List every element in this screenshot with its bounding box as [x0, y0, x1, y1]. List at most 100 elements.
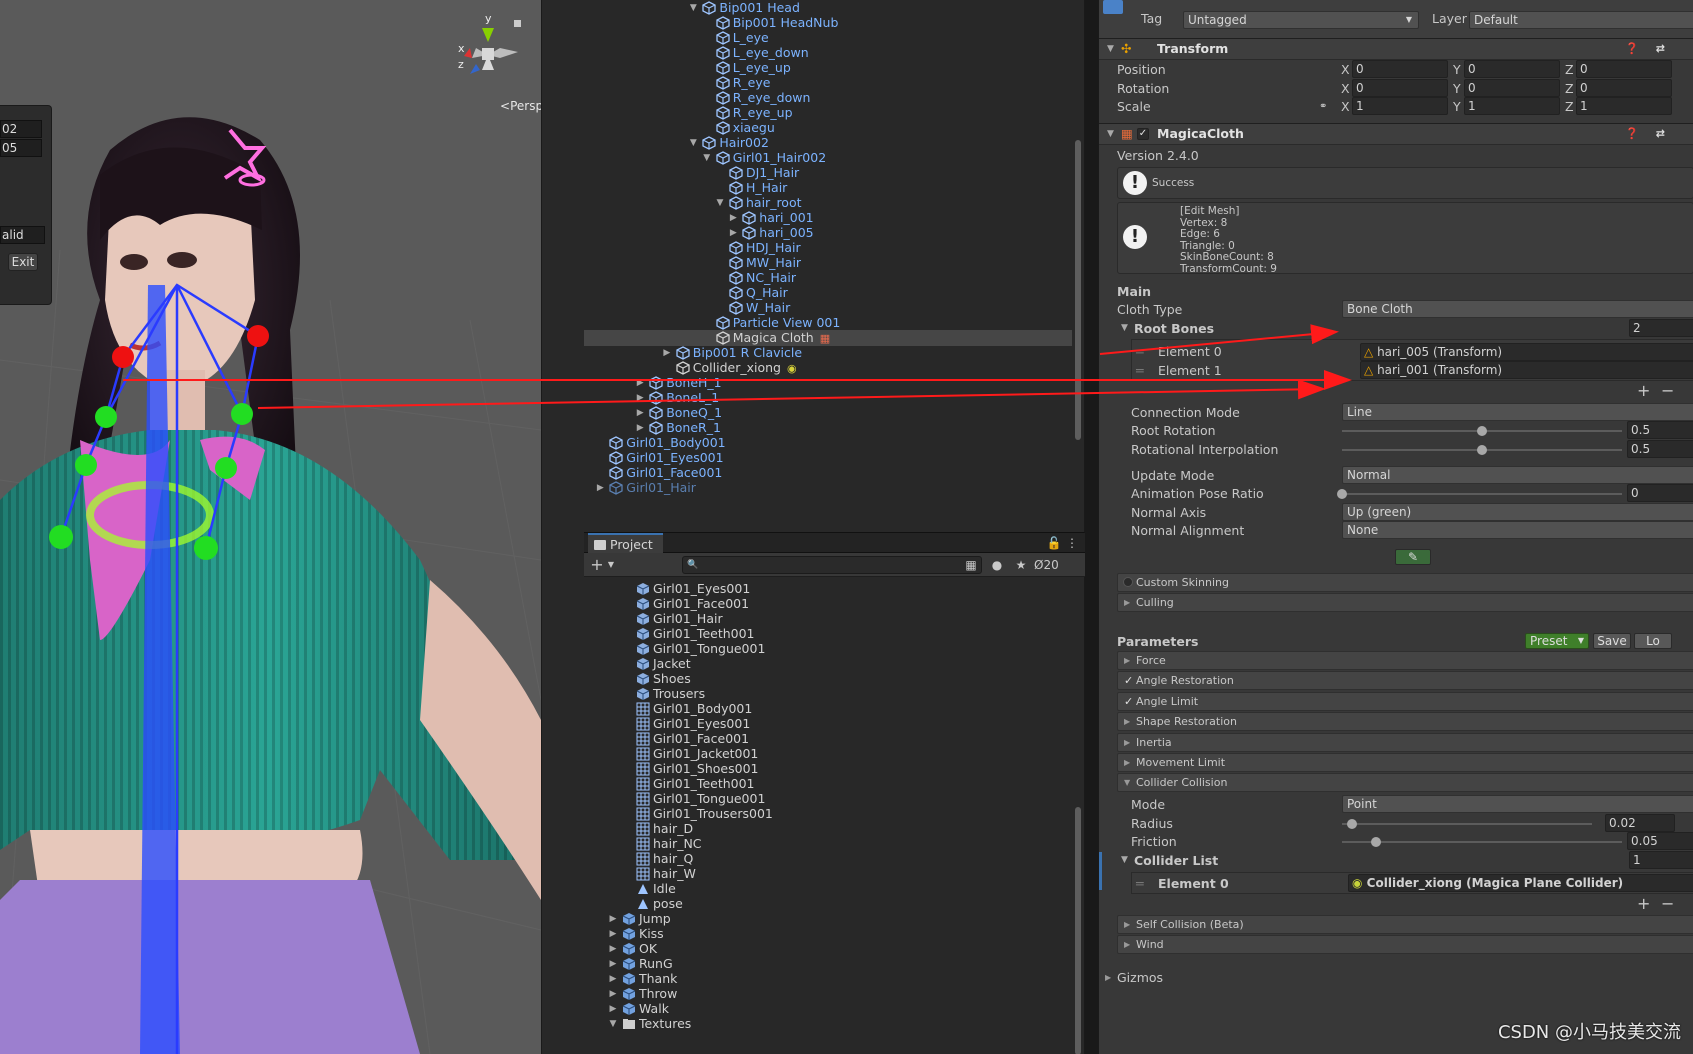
rotation-axis-label[interactable]: X	[1341, 79, 1350, 98]
project-scrollbar[interactable]	[1072, 577, 1084, 1054]
friction-slider-track[interactable]	[1342, 841, 1622, 843]
checkmark-icon[interactable]: ✓	[1124, 693, 1133, 710]
hierarchy-item[interactable]: Collider_xiong ◉	[584, 360, 1084, 376]
angle-limit-section[interactable]: ✓ Angle Limit	[1117, 691, 1693, 711]
hierarchy-item[interactable]: ▼ hair_root	[584, 195, 1084, 211]
asset-item[interactable]: Girl01_Tongue001	[584, 791, 1084, 807]
load-preset-button[interactable]: Lo	[1634, 633, 1672, 649]
radius-slider-track[interactable]	[1342, 823, 1592, 825]
hierarchy-item[interactable]: ▶ Bip001 R Clavicle	[584, 345, 1084, 361]
collider-list-count[interactable]: 1	[1629, 851, 1693, 869]
animation-pose-ratio-slider-track[interactable]	[1342, 493, 1622, 495]
foldout-right-icon[interactable]: ▶	[635, 375, 645, 391]
hierarchy-item[interactable]: L_eye_up	[584, 60, 1084, 76]
hierarchy-item[interactable]: L_eye_down	[584, 45, 1084, 61]
favorite-icon[interactable]: ★	[1012, 556, 1030, 574]
asset-item[interactable]: ▶ Thank	[584, 971, 1084, 987]
asset-item[interactable]: Girl01_Eyes001	[584, 581, 1084, 597]
asset-item[interactable]: Girl01_Trousers001	[584, 806, 1084, 822]
hierarchy-item[interactable]: ▼ Bip001 Head	[584, 0, 1084, 16]
tool-field-1[interactable]: 02	[0, 120, 42, 138]
foldout-right-icon[interactable]: ▶	[595, 480, 605, 496]
radius-slider-knob[interactable]	[1347, 819, 1357, 829]
asset-item[interactable]: hair_Q	[584, 851, 1084, 867]
asset-item[interactable]: pose	[584, 896, 1084, 912]
chevron-down-icon[interactable]: ▼	[602, 556, 620, 574]
foldout-right-icon[interactable]: ▶	[608, 971, 618, 987]
foldout-right-icon[interactable]: ▶	[662, 345, 672, 361]
hierarchy-item[interactable]: W_Hair	[584, 300, 1084, 316]
hierarchy-item[interactable]: Magica Cloth ▦	[584, 330, 1084, 346]
rotation-axis-label[interactable]: Z	[1565, 79, 1574, 98]
asset-item[interactable]: hair_NC	[584, 836, 1084, 852]
collision-mode-dropdown[interactable]: Point	[1342, 795, 1693, 813]
inertia-section[interactable]: ▶ Inertia	[1117, 732, 1693, 752]
scale-field[interactable]: 1	[1352, 97, 1448, 115]
custom-skinning-section[interactable]: Custom Skinning	[1117, 573, 1693, 592]
update-mode-dropdown[interactable]: Normal	[1342, 466, 1693, 484]
angle-restoration-section[interactable]: ✓ Angle Restoration	[1117, 671, 1693, 691]
foldout-right-icon[interactable]: ▶	[608, 911, 618, 927]
rotation-field[interactable]: 0	[1352, 79, 1448, 97]
foldout-right-icon[interactable]: ▶	[608, 956, 618, 972]
movement-limit-section[interactable]: ▶ Movement Limit	[1117, 753, 1693, 772]
persp-label[interactable]: <Persp	[500, 99, 541, 113]
hierarchy-item[interactable]: DJ1_Hair	[584, 165, 1084, 181]
root-rotation-value-field[interactable]: 0.5	[1627, 421, 1693, 439]
culling-section[interactable]: ▶ Culling	[1117, 593, 1693, 612]
filter-by-label-icon[interactable]: ●	[988, 556, 1006, 574]
position-field[interactable]: 0	[1352, 60, 1448, 78]
rotation-field[interactable]: 0	[1576, 79, 1672, 97]
asset-item[interactable]: Girl01_Hair	[584, 611, 1084, 627]
save-preset-button[interactable]: Save	[1593, 633, 1631, 649]
inspector-panel[interactable]: Tag Untagged ▼ Layer Default ▼ ✣ Transfo…	[1098, 0, 1693, 1054]
scene-view[interactable]: y x z 02 05 alid Exit <Persp	[0, 0, 541, 1054]
hierarchy-item[interactable]: H_Hair	[584, 180, 1084, 196]
settings-sliders-icon[interactable]: ⇄	[1656, 39, 1665, 59]
foldout-down-icon[interactable]: ▼	[702, 150, 712, 166]
project-panel[interactable]: Project 🔓 ⋮ + ▼ 🔍 ▦ ● ★ Ø20 Girl01_Eyes0…	[584, 532, 1085, 1054]
foldout-right-icon[interactable]: ▶	[635, 420, 645, 436]
shape-restoration-section[interactable]: ▶ Shape Restoration	[1117, 712, 1693, 732]
connection-mode-dropdown[interactable]: Line	[1342, 403, 1693, 421]
friction-slider-knob[interactable]	[1370, 837, 1381, 847]
asset-item[interactable]: Girl01_Teeth001	[584, 776, 1084, 792]
self-collision-section[interactable]: ▶ Self Collision (Beta)	[1117, 915, 1693, 934]
hierarchy-item[interactable]: ▶ hari_005	[584, 225, 1084, 241]
position-axis-label[interactable]: X	[1341, 60, 1350, 79]
scale-field[interactable]: 1	[1576, 97, 1672, 115]
drag-handle-icon[interactable]: ═	[1136, 342, 1144, 361]
hierarchy-panel[interactable]: ▼ Bip001 Head Bip001 HeadNub L_eye L_eye_dow…	[584, 0, 1085, 532]
rotational-interpolation-value-field[interactable]: 0.5	[1627, 440, 1693, 458]
settings-sliders-icon[interactable]: ⇄	[1656, 124, 1665, 144]
drag-handle-icon[interactable]: ═	[1136, 361, 1144, 380]
asset-item[interactable]: Girl01_Jacket001	[584, 746, 1084, 762]
foldout-right-icon[interactable]: ▶	[635, 390, 645, 406]
scale-axis-label[interactable]: X	[1341, 97, 1350, 116]
asset-item[interactable]: Girl01_Eyes001	[584, 716, 1084, 732]
hierarchy-item[interactable]: ▶ Girl01_Hair	[584, 480, 1084, 496]
hierarchy-item[interactable]: ▶ BoneL_1	[584, 390, 1084, 406]
scale-axis-label[interactable]: Z	[1565, 97, 1574, 116]
hierarchy-item[interactable]: MW_Hair	[584, 255, 1084, 271]
asset-item[interactable]: ▶ Walk	[584, 1001, 1084, 1017]
exit-button[interactable]: Exit	[8, 253, 38, 271]
force-section[interactable]: ▶ Force	[1117, 651, 1693, 670]
edit-pencil-button[interactable]: ✎	[1395, 549, 1431, 565]
hierarchy-item[interactable]: NC_Hair	[584, 270, 1084, 286]
constrain-proportions-link-icon[interactable]: ⚭	[1319, 97, 1327, 116]
more-icon[interactable]: ⋮	[1063, 534, 1081, 552]
asset-item[interactable]: ▶ Jump	[584, 911, 1084, 927]
hierarchy-item[interactable]: R_eye_down	[584, 90, 1084, 106]
asset-item[interactable]: Trousers	[584, 686, 1084, 702]
hierarchy-item[interactable]: Girl01_Eyes001	[584, 450, 1084, 466]
hierarchy-item[interactable]: HDJ_Hair	[584, 240, 1084, 256]
asset-item[interactable]: Girl01_Face001	[584, 731, 1084, 747]
asset-item[interactable]: ▶ OK	[584, 941, 1084, 957]
scale-field[interactable]: 1	[1464, 97, 1560, 115]
asset-item[interactable]: Girl01_Tongue001	[584, 641, 1084, 657]
cloth-type-dropdown[interactable]: Bone Cloth	[1342, 300, 1693, 318]
foldout-right-icon[interactable]: ▶	[608, 986, 618, 1002]
hierarchy-item[interactable]: ▶ BoneH_1	[584, 375, 1084, 391]
rotation-axis-label[interactable]: Y	[1453, 79, 1461, 98]
